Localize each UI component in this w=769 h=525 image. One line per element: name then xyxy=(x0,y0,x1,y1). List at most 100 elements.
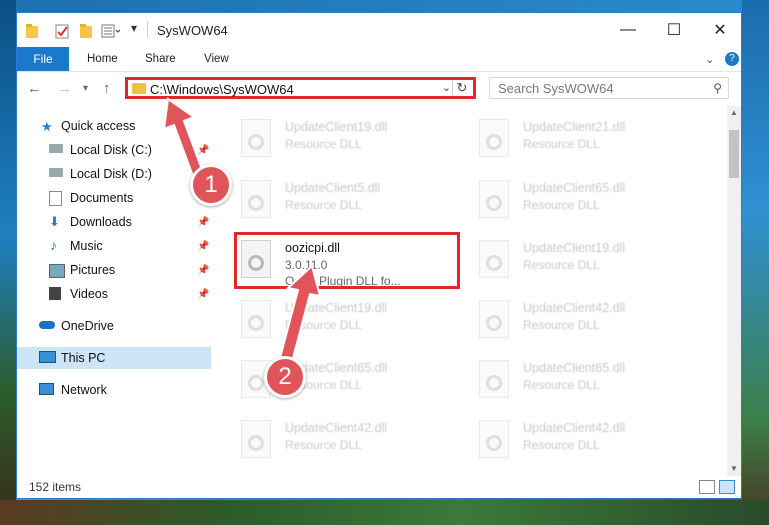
file-item[interactable]: UpdateClient65.dll Resource DLL xyxy=(465,353,695,409)
dll-file-icon xyxy=(479,180,509,218)
title-divider xyxy=(147,21,148,37)
dll-file-icon xyxy=(479,240,509,278)
gear-icon xyxy=(486,315,502,331)
back-arrow-icon[interactable]: ← xyxy=(27,80,42,97)
gear-icon xyxy=(248,315,264,331)
file-name: UpdateClient65.dll xyxy=(523,361,626,375)
expand-ribbon-icon[interactable]: ⌄ xyxy=(705,47,715,71)
gear-icon xyxy=(486,375,502,391)
file-name: UpdateClient42.dll xyxy=(285,421,388,435)
properties-icon[interactable] xyxy=(55,23,69,39)
pin-icon[interactable]: 📌 xyxy=(197,265,209,276)
help-icon[interactable]: ? xyxy=(725,47,739,71)
videos-icon xyxy=(49,287,61,300)
dll-file-icon xyxy=(479,360,509,398)
file-item[interactable]: UpdateClient21.dll Resource DLL xyxy=(465,112,695,168)
close-button[interactable]: ✕ xyxy=(697,13,743,47)
scroll-down-icon[interactable]: ▼ xyxy=(727,462,741,476)
dll-file-icon xyxy=(479,119,509,157)
file-name: UpdateClient19.dll xyxy=(285,120,388,134)
desktop-wallpaper-bottom xyxy=(0,500,769,525)
nav-item-network[interactable]: Network xyxy=(17,379,211,401)
nav-item-label: Local Disk (C:) xyxy=(70,143,152,157)
network-icon xyxy=(39,383,54,395)
help-label: ? xyxy=(725,52,739,66)
gear-icon xyxy=(486,195,502,211)
maximize-button[interactable]: ☐ xyxy=(651,13,697,47)
pin-icon[interactable]: 📌 xyxy=(197,289,209,300)
tab-file[interactable]: File xyxy=(17,47,69,71)
gear-icon xyxy=(486,134,502,150)
nav-item-label: Downloads xyxy=(70,215,132,229)
dll-file-icon xyxy=(241,119,271,157)
pin-icon[interactable]: 📌 xyxy=(197,241,209,252)
nav-item-this-pc[interactable]: This PC xyxy=(17,347,211,369)
file-item[interactable]: UpdateClient42.dll Resource DLL xyxy=(465,413,695,469)
customize-toolbar-icon[interactable] xyxy=(101,23,121,39)
large-icons-view-icon[interactable] xyxy=(719,480,735,494)
nav-item-downloads[interactable]: ⬇ Downloads 📌 xyxy=(17,211,211,233)
scroll-up-icon[interactable]: ▲ xyxy=(727,106,741,120)
file-item[interactable]: UpdateClient5.dll Resource DLL xyxy=(227,173,457,229)
file-type: Resource DLL xyxy=(285,137,362,151)
nav-item-videos[interactable]: Videos 📌 xyxy=(17,283,211,305)
file-type: Resource DLL xyxy=(285,438,362,452)
minimize-button[interactable]: — xyxy=(605,13,651,47)
file-item[interactable]: UpdateClient19.dll Resource DLL xyxy=(227,112,457,168)
file-name: UpdateClient19.dll xyxy=(523,241,626,255)
file-item[interactable]: UpdateClient65.dll Resource DLL xyxy=(227,353,457,409)
pin-icon[interactable]: 📌 xyxy=(197,217,209,228)
address-row: ← → ▾ ↑ C:\Windows\SysWOW64 ⌄ ↻ Search S… xyxy=(17,72,741,106)
dll-file-icon xyxy=(241,300,271,338)
drive-icon xyxy=(49,168,63,177)
quick-access-dropdown-icon[interactable]: ▾ xyxy=(131,21,137,37)
pictures-icon xyxy=(49,264,65,278)
new-folder-icon[interactable] xyxy=(79,23,93,39)
nav-item-music[interactable]: ♪ Music 📌 xyxy=(17,235,211,257)
computer-icon xyxy=(39,351,56,363)
scrollbar-thumb[interactable] xyxy=(729,130,739,178)
search-icon: ⚲ xyxy=(713,81,722,95)
file-name: UpdateClient21.dll xyxy=(523,120,626,134)
up-arrow-icon[interactable]: ↑ xyxy=(103,80,111,97)
file-name: UpdateClient42.dll xyxy=(523,301,626,315)
dll-file-icon xyxy=(479,420,509,458)
nav-item-label: This PC xyxy=(61,351,106,365)
file-item[interactable]: UpdateClient19.dll Resource DLL xyxy=(227,293,457,349)
tab-share[interactable]: Share xyxy=(145,47,176,71)
tab-home[interactable]: Home xyxy=(87,47,118,71)
nav-item-label: Documents xyxy=(70,191,134,205)
gear-icon xyxy=(248,375,264,391)
annotation-arrow-2 xyxy=(278,264,322,364)
folder-icon xyxy=(132,83,146,94)
search-placeholder: Search SysWOW64 xyxy=(498,81,614,96)
tab-view[interactable]: View xyxy=(204,47,229,71)
ribbon-tabs: File Home Share View ⌄ ? xyxy=(17,47,741,72)
drive-icon xyxy=(49,144,63,153)
file-item[interactable]: UpdateClient65.dll Resource DLL xyxy=(465,173,695,229)
forward-arrow-icon[interactable]: → xyxy=(57,80,72,97)
recent-locations-icon[interactable]: ▾ xyxy=(83,83,88,94)
step-1-badge: 1 xyxy=(190,164,232,206)
file-item[interactable]: UpdateClient19.dll Resource DLL xyxy=(465,233,695,289)
nav-item-label: Videos xyxy=(70,287,108,301)
refresh-icon[interactable]: ↻ xyxy=(452,80,471,96)
nav-item-label: Network xyxy=(61,383,107,397)
address-dropdown-icon[interactable]: ⌄ xyxy=(442,81,451,94)
details-view-icon[interactable] xyxy=(699,480,715,494)
nav-item-label: OneDrive xyxy=(61,319,114,333)
nav-item-pictures[interactable]: Pictures 📌 xyxy=(17,259,211,281)
search-input[interactable]: Search SysWOW64 ⚲ xyxy=(489,77,729,99)
gear-icon xyxy=(248,435,264,451)
cloud-icon xyxy=(39,321,55,329)
file-name: UpdateClient65.dll xyxy=(523,181,626,195)
vertical-scrollbar[interactable]: ▲ ▼ xyxy=(727,106,741,476)
file-type: Resource DLL xyxy=(523,258,600,272)
nav-item-onedrive[interactable]: OneDrive xyxy=(17,315,211,337)
nav-item-documents[interactable]: Documents 📌 xyxy=(17,187,211,209)
gear-icon xyxy=(486,435,502,451)
file-item[interactable]: UpdateClient42.dll Resource DLL xyxy=(227,413,457,469)
step-2-badge: 2 xyxy=(264,356,306,398)
file-item[interactable]: UpdateClient42.dll Resource DLL xyxy=(465,293,695,349)
file-name: UpdateClient42.dll xyxy=(523,421,626,435)
